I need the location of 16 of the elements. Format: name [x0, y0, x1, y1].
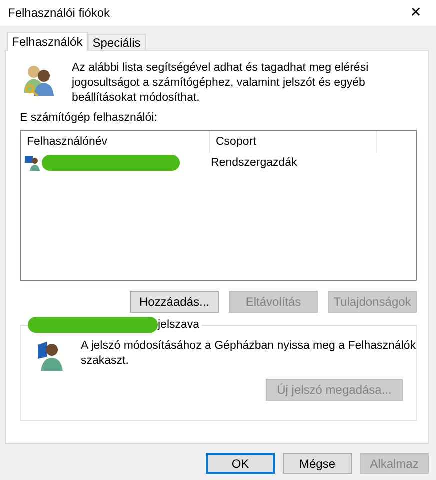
list-label: E számítógép felhasználói:	[20, 112, 158, 124]
window-title: Felhasználói fiókok	[8, 6, 110, 20]
list-button[interactable]: Hozzáadás...	[130, 291, 219, 313]
dialog-button[interactable]: OK	[206, 453, 275, 474]
password-info-text: A jelszó módosításához a Gépházban nyissa meg a Felhasználók szakaszt.	[81, 339, 416, 369]
users-key-icon	[22, 63, 56, 97]
user-computer-icon	[25, 155, 41, 171]
intro-text: Az alábbi lista segítségével adhat és tagadhat meg elérési jogosultságot a számítógéphez, valamint jelszót és egyéb beállításokat módosíthat.	[72, 61, 370, 106]
tab[interactable]: Felhasználók	[7, 32, 88, 51]
tab[interactable]: Speciális	[88, 34, 146, 50]
dialog-button[interactable]: Mégse	[283, 453, 352, 474]
column-header[interactable]: Felhasználónév	[21, 131, 210, 153]
users-list[interactable]: Felhasználónév Csoport Rendszergazdák	[20, 130, 417, 281]
group-title: jelszava	[158, 319, 200, 331]
column-header[interactable]: Csoport	[210, 131, 377, 153]
table-cell-text: Rendszergazdák	[210, 157, 298, 169]
